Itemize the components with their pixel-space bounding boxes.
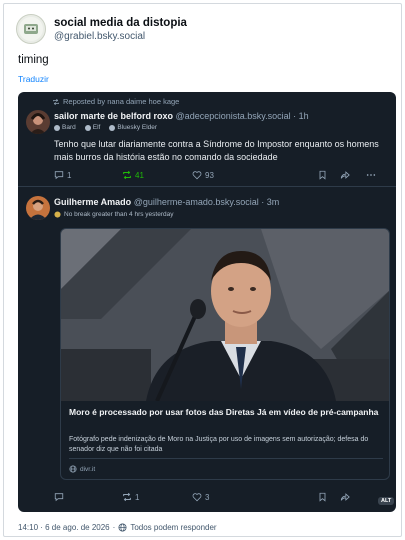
- post-author[interactable]: social media da distopia @grabiel.bsky.s…: [16, 14, 187, 44]
- author-handle[interactable]: @adecepcionista.bsky.social: [176, 111, 291, 121]
- reply-settings[interactable]: Todos podem responder: [130, 523, 216, 532]
- reply-icon: [54, 171, 64, 180]
- avatar[interactable]: [16, 14, 46, 44]
- repost-button[interactable]: 41: [122, 170, 192, 180]
- repost-count: 1: [135, 492, 140, 502]
- like-button[interactable]: 3: [192, 492, 318, 502]
- share-icon: [340, 493, 350, 501]
- share-button[interactable]: [340, 170, 366, 180]
- badge-icon: [109, 124, 116, 131]
- globe-icon: [69, 465, 77, 473]
- link-card[interactable]: Moro é processado por usar fotos das Dir…: [60, 228, 390, 480]
- repost-icon: [123, 492, 131, 502]
- link-card-description: Fotógrafo pede indenização de Moro na Ju…: [69, 436, 369, 453]
- quoted-post-card[interactable]: Reposted by nana daime hoe kage sailor m…: [18, 92, 396, 512]
- post-thread-container: social media da distopia @grabiel.bsky.s…: [3, 3, 402, 537]
- globe-icon: [118, 523, 127, 532]
- bookmark-icon: [319, 170, 326, 180]
- quoted-author[interactable]: Guilherme Amado @guilherme-amado.bsky.so…: [54, 197, 279, 207]
- avatar[interactable]: [26, 110, 50, 134]
- avatar-image: [19, 17, 43, 41]
- status-text: No break greater than 4 hrs yesterday: [64, 211, 174, 218]
- more-options-button[interactable]: [366, 170, 376, 180]
- reply-icon: [54, 493, 64, 502]
- divider: [69, 458, 383, 459]
- translate-link[interactable]: Traduzir: [18, 74, 49, 84]
- link-card-title[interactable]: Moro é processado por usar fotos das Dir…: [69, 406, 385, 418]
- repost-button[interactable]: 1: [122, 492, 192, 502]
- domain-text: divr.it: [80, 465, 96, 473]
- like-count: 93: [205, 170, 214, 180]
- bookmark-button[interactable]: [318, 492, 340, 502]
- author-handle[interactable]: @guilherme-amado.bsky.social: [134, 197, 259, 207]
- repost-label: Reposted by nana daime hoe kage: [63, 97, 180, 106]
- news-photo: [61, 229, 389, 401]
- badge-icon: [84, 124, 91, 131]
- badge-icon: [54, 124, 60, 131]
- post-timestamp: 14:10 · 6 de ago. de 2026: [18, 523, 110, 532]
- repost-count: 41: [135, 170, 144, 180]
- post-footer: 14:10 · 6 de ago. de 2026 · Todos podem …: [18, 523, 217, 532]
- avatar[interactable]: [26, 196, 50, 220]
- reply-button[interactable]: 1: [54, 170, 122, 180]
- reposted-author[interactable]: sailor marte de belford roxo @adecepcion…: [54, 111, 309, 121]
- like-count: 3: [205, 492, 210, 502]
- link-card-domain: divr.it: [69, 465, 95, 473]
- avatar-image: [26, 110, 50, 134]
- more-icon: [366, 174, 376, 176]
- post-time[interactable]: · 1h: [293, 111, 309, 121]
- author-handle[interactable]: @grabiel.bsky.social: [54, 30, 187, 43]
- separator: ·: [112, 523, 116, 532]
- badge: Bard: [54, 124, 76, 131]
- bookmark-icon: [319, 492, 326, 502]
- badge: Elf: [84, 124, 100, 131]
- post-time[interactable]: · 3m: [261, 197, 279, 207]
- profile-badges: Bard Elf Bluesky Elder: [54, 124, 157, 131]
- author-name[interactable]: sailor marte de belford roxo: [54, 111, 173, 121]
- repost-icon: [123, 170, 131, 180]
- post-actions: 1 41 93: [54, 170, 376, 180]
- like-button[interactable]: 93: [192, 170, 318, 180]
- alt-text-badge[interactable]: ALT: [378, 497, 395, 505]
- reply-count: 1: [67, 170, 72, 180]
- status-icon: [54, 211, 61, 218]
- post-actions: 1 3: [54, 492, 350, 502]
- status-line: No break greater than 4 hrs yesterday: [54, 211, 173, 218]
- post-text: timing: [18, 54, 49, 66]
- reposted-post-text: Tenho que lutar diariamente contra a Sín…: [54, 139, 379, 162]
- share-button[interactable]: [340, 492, 350, 502]
- repost-icon: [53, 98, 59, 105]
- divider: [18, 186, 396, 187]
- heart-icon: [192, 493, 202, 502]
- bookmark-button[interactable]: [318, 170, 340, 180]
- reply-button[interactable]: [54, 492, 122, 502]
- author-name[interactable]: Guilherme Amado: [54, 197, 131, 207]
- badge: Bluesky Elder: [109, 124, 157, 131]
- share-icon: [340, 171, 350, 179]
- link-card-image[interactable]: [61, 229, 389, 401]
- repost-indicator[interactable]: Reposted by nana daime hoe kage: [52, 97, 179, 106]
- avatar-image: [26, 196, 50, 220]
- heart-icon: [192, 171, 202, 180]
- author-name[interactable]: social media da distopia: [54, 16, 187, 30]
